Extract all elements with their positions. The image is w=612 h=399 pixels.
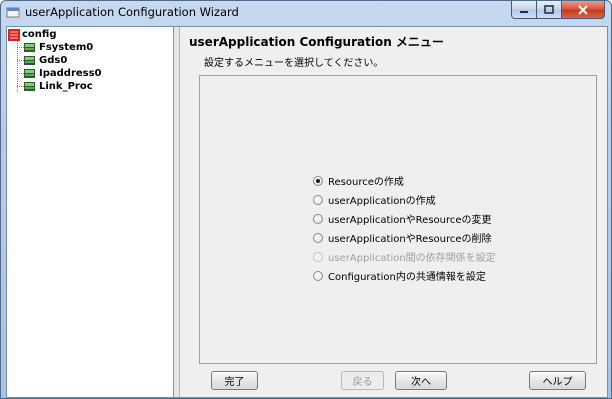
- option-label: userApplication間の依存関係を設定: [328, 253, 496, 264]
- page-instruction: 設定するメニューを選択してください。: [204, 58, 384, 69]
- tree-node-label: Ipaddress0: [39, 68, 102, 79]
- radio-option-list: Resourceの作成 userApplicationの作成 userAppli…: [313, 171, 496, 285]
- tree-connector: [17, 73, 24, 74]
- option-label: userApplicationの作成: [328, 196, 436, 207]
- option-create-userapplication[interactable]: userApplicationの作成: [313, 190, 496, 209]
- tree-connector: [17, 86, 24, 87]
- maximize-icon: [544, 5, 554, 14]
- help-button[interactable]: ヘルプ: [529, 371, 586, 390]
- tree-node-gds0[interactable]: Gds0: [24, 54, 67, 67]
- radio-button[interactable]: [313, 194, 323, 205]
- option-common-settings[interactable]: Configuration内の共通情報を設定: [313, 266, 496, 285]
- app-icon: [6, 5, 20, 19]
- tree-node-label: Gds0: [39, 55, 68, 66]
- main-content: userApplication Configuration メニュー 設定するメ…: [181, 27, 607, 397]
- option-modify[interactable]: userApplicationやResourceの変更: [313, 209, 496, 228]
- wizard-client-area: config Fsystem0 Gds0 Ipaddress0 Link_Pro…: [6, 26, 608, 398]
- radio-button[interactable]: [313, 270, 323, 281]
- option-label: userApplicationやResourceの削除: [328, 234, 492, 245]
- option-delete[interactable]: userApplicationやResourceの削除: [313, 228, 496, 247]
- option-label: Resourceの作成: [328, 177, 404, 188]
- app-window: userApplication Configuration Wizard con…: [0, 0, 612, 399]
- resource-icon: [24, 56, 35, 65]
- finish-button[interactable]: 完了: [211, 371, 258, 390]
- panel-splitter[interactable]: [174, 27, 180, 397]
- resource-icon: [24, 69, 35, 78]
- title-bar[interactable]: userApplication Configuration Wizard: [1, 1, 611, 25]
- option-label: userApplicationやResourceの変更: [328, 215, 492, 226]
- config-tree-panel: config Fsystem0 Gds0 Ipaddress0 Link_Pro…: [7, 27, 174, 397]
- resource-icon: [24, 82, 35, 91]
- close-button[interactable]: [562, 1, 605, 19]
- radio-button: [313, 251, 323, 262]
- tree-node-config[interactable]: config: [8, 28, 57, 41]
- tree-connector: [17, 47, 24, 48]
- radio-button[interactable]: [313, 175, 323, 186]
- tree-node-fsystem0[interactable]: Fsystem0: [24, 41, 93, 54]
- tree-connector: [17, 60, 24, 61]
- resource-icon: [24, 43, 35, 52]
- minimize-button[interactable]: [511, 1, 537, 19]
- config-icon: [8, 28, 20, 41]
- tree-node-link-proc[interactable]: Link_Proc: [24, 80, 93, 93]
- option-label: Configuration内の共通情報を設定: [328, 272, 486, 283]
- option-set-dependencies: userApplication間の依存関係を設定: [313, 247, 496, 266]
- minimize-icon: [520, 10, 528, 13]
- window-title: userApplication Configuration Wizard: [25, 5, 239, 19]
- maximize-button[interactable]: [537, 1, 562, 19]
- tree-node-label: Fsystem0: [39, 42, 94, 53]
- back-button: 戻る: [341, 371, 384, 390]
- page-title: userApplication Configuration メニュー: [189, 35, 444, 49]
- radio-button[interactable]: [313, 232, 323, 243]
- menu-options-group: Resourceの作成 userApplicationの作成 userAppli…: [199, 75, 597, 364]
- tree-connector: [17, 41, 18, 92]
- tree-node-label: config: [22, 29, 57, 40]
- tree-node-label: Link_Proc: [39, 81, 93, 92]
- next-button[interactable]: 次へ: [395, 371, 447, 390]
- option-create-resource[interactable]: Resourceの作成: [313, 171, 496, 190]
- window-controls: [511, 1, 605, 19]
- close-icon: [578, 4, 588, 15]
- tree-node-ipaddress0[interactable]: Ipaddress0: [24, 67, 102, 80]
- radio-button[interactable]: [313, 213, 323, 224]
